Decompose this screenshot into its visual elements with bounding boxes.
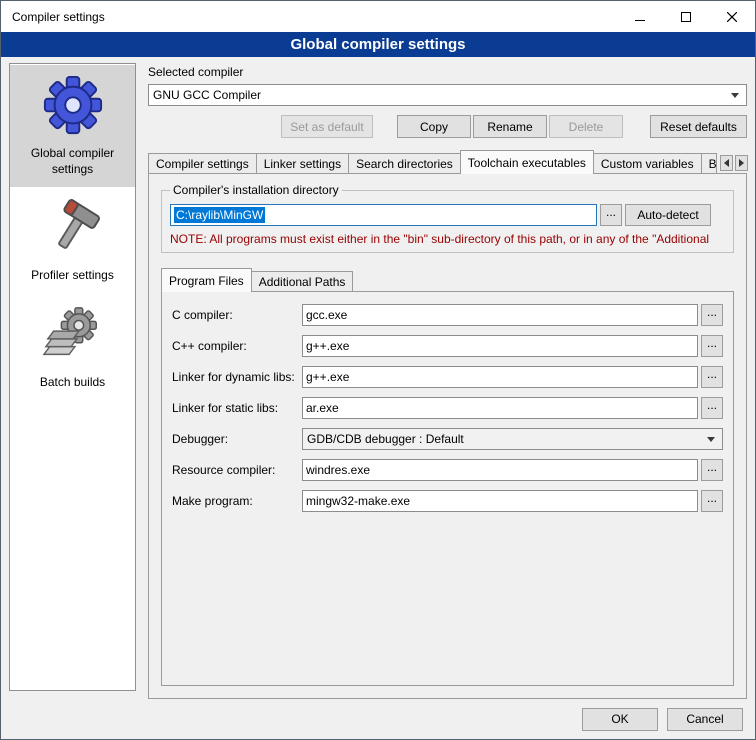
cpp-compiler-input[interactable]: g++.exe (302, 335, 698, 357)
field-row-make-program: Make program: mingw32-make.exe ... (172, 490, 723, 512)
browse-button[interactable]: ... (701, 397, 723, 419)
field-row-c-compiler: C compiler: gcc.exe ... (172, 304, 723, 326)
reset-defaults-button[interactable]: Reset defaults (650, 115, 747, 138)
installation-directory-value: C:\raylib\MinGW (174, 207, 265, 223)
debugger-value: GDB/CDB debugger : Default (307, 432, 704, 446)
make-program-input[interactable]: mingw32-make.exe (302, 490, 698, 512)
dynamic-linker-value: g++.exe (306, 370, 349, 384)
cancel-button[interactable]: Cancel (667, 708, 743, 731)
set-as-default-button[interactable]: Set as default (281, 115, 373, 138)
page-title: Global compiler settings (1, 32, 755, 57)
toolchain-executables-panel: Compiler's installation directory C:\ray… (148, 173, 747, 699)
browse-button[interactable]: ... (701, 366, 723, 388)
sidebar-item-label: Profiler settings (31, 268, 114, 284)
resource-compiler-value: windres.exe (306, 463, 370, 477)
maximize-icon (681, 12, 691, 22)
tab-build-options[interactable]: Build (701, 153, 717, 173)
program-tabs: Program Files Additional Paths (161, 268, 734, 291)
field-label: Linker for dynamic libs: (172, 370, 302, 384)
arrow-right-icon (739, 159, 744, 167)
close-button[interactable] (709, 1, 755, 32)
tab-linker-settings[interactable]: Linker settings (256, 153, 349, 173)
selected-compiler-label: Selected compiler (148, 65, 747, 79)
settings-sidebar: Global compiler settings Profiler settin… (9, 63, 136, 691)
resource-compiler-input[interactable]: windres.exe (302, 459, 698, 481)
gear-icon (42, 75, 104, 140)
static-linker-value: ar.exe (306, 401, 339, 415)
tab-compiler-settings[interactable]: Compiler settings (148, 153, 257, 173)
browse-button[interactable]: ... (701, 459, 723, 481)
selected-compiler-value: GNU GCC Compiler (153, 88, 728, 102)
debugger-select[interactable]: GDB/CDB debugger : Default (302, 428, 723, 450)
chevron-down-icon (728, 93, 742, 98)
installation-directory-group: Compiler's installation directory C:\ray… (161, 190, 734, 253)
field-row-resource-compiler: Resource compiler: windres.exe ... (172, 459, 723, 481)
compiler-tabs: Compiler settings Linker settings Search… (148, 150, 747, 173)
installation-directory-group-title: Compiler's installation directory (170, 183, 342, 197)
field-row-static-linker: Linker for static libs: ar.exe ... (172, 397, 723, 419)
static-linker-input[interactable]: ar.exe (302, 397, 698, 419)
c-compiler-input[interactable]: gcc.exe (302, 304, 698, 326)
minimize-button[interactable] (617, 1, 663, 32)
tab-custom-variables[interactable]: Custom variables (593, 153, 702, 173)
copy-button[interactable]: Copy (397, 115, 471, 138)
tab-additional-paths[interactable]: Additional Paths (251, 271, 354, 291)
tab-scroll-right-button[interactable] (735, 155, 748, 171)
installation-directory-input[interactable]: C:\raylib\MinGW (170, 204, 597, 226)
sidebar-item-batch-builds[interactable]: Batch builds (10, 294, 135, 401)
sidebar-item-label: Batch builds (40, 375, 105, 391)
field-row-debugger: Debugger: GDB/CDB debugger : Default (172, 428, 723, 450)
auto-detect-button[interactable]: Auto-detect (625, 204, 711, 226)
tab-search-directories[interactable]: Search directories (348, 153, 461, 173)
program-files-panel: C compiler: gcc.exe ... C++ compiler: g+… (161, 291, 734, 686)
arrow-left-icon (724, 159, 729, 167)
ok-button[interactable]: OK (582, 708, 658, 731)
selected-compiler-select[interactable]: GNU GCC Compiler (148, 84, 747, 106)
dialog-footer: OK Cancel (1, 699, 755, 739)
field-label: Debugger: (172, 432, 302, 446)
titlebar[interactable]: Compiler settings (1, 1, 755, 32)
sidebar-item-profiler-settings[interactable]: Profiler settings (10, 187, 135, 294)
c-compiler-value: gcc.exe (306, 308, 347, 322)
close-icon (727, 12, 737, 22)
browse-button[interactable]: ... (701, 490, 723, 512)
dynamic-linker-input[interactable]: g++.exe (302, 366, 698, 388)
chevron-down-icon (704, 437, 718, 442)
field-label: C++ compiler: (172, 339, 302, 353)
minimize-icon (635, 12, 645, 22)
sidebar-item-label: Global compiler settings (13, 146, 132, 177)
batch-builds-icon (42, 304, 104, 369)
window-title: Compiler settings (1, 1, 617, 32)
make-program-value: mingw32-make.exe (306, 494, 410, 508)
tab-program-files[interactable]: Program Files (161, 268, 252, 292)
browse-button[interactable]: ... (701, 335, 723, 357)
tab-scroll-left-button[interactable] (720, 155, 733, 171)
profiler-tool-icon (42, 197, 104, 262)
field-label: Linker for static libs: (172, 401, 302, 415)
rename-button[interactable]: Rename (473, 115, 547, 138)
field-label: C compiler: (172, 308, 302, 322)
compiler-settings-dialog: Compiler settings Global compiler settin… (0, 0, 756, 740)
bin-subdirectory-note: NOTE: All programs must exist either in … (170, 232, 725, 246)
field-row-dynamic-linker: Linker for dynamic libs: g++.exe ... (172, 366, 723, 388)
browse-button[interactable]: ... (701, 304, 723, 326)
field-label: Make program: (172, 494, 302, 508)
cpp-compiler-value: g++.exe (306, 339, 349, 353)
field-row-cpp-compiler: C++ compiler: g++.exe ... (172, 335, 723, 357)
sidebar-item-global-compiler-settings[interactable]: Global compiler settings (10, 65, 135, 187)
delete-button[interactable]: Delete (549, 115, 623, 138)
maximize-button[interactable] (663, 1, 709, 32)
browse-directory-button[interactable]: ... (600, 204, 622, 226)
field-label: Resource compiler: (172, 463, 302, 477)
tab-toolchain-executables[interactable]: Toolchain executables (460, 150, 594, 174)
